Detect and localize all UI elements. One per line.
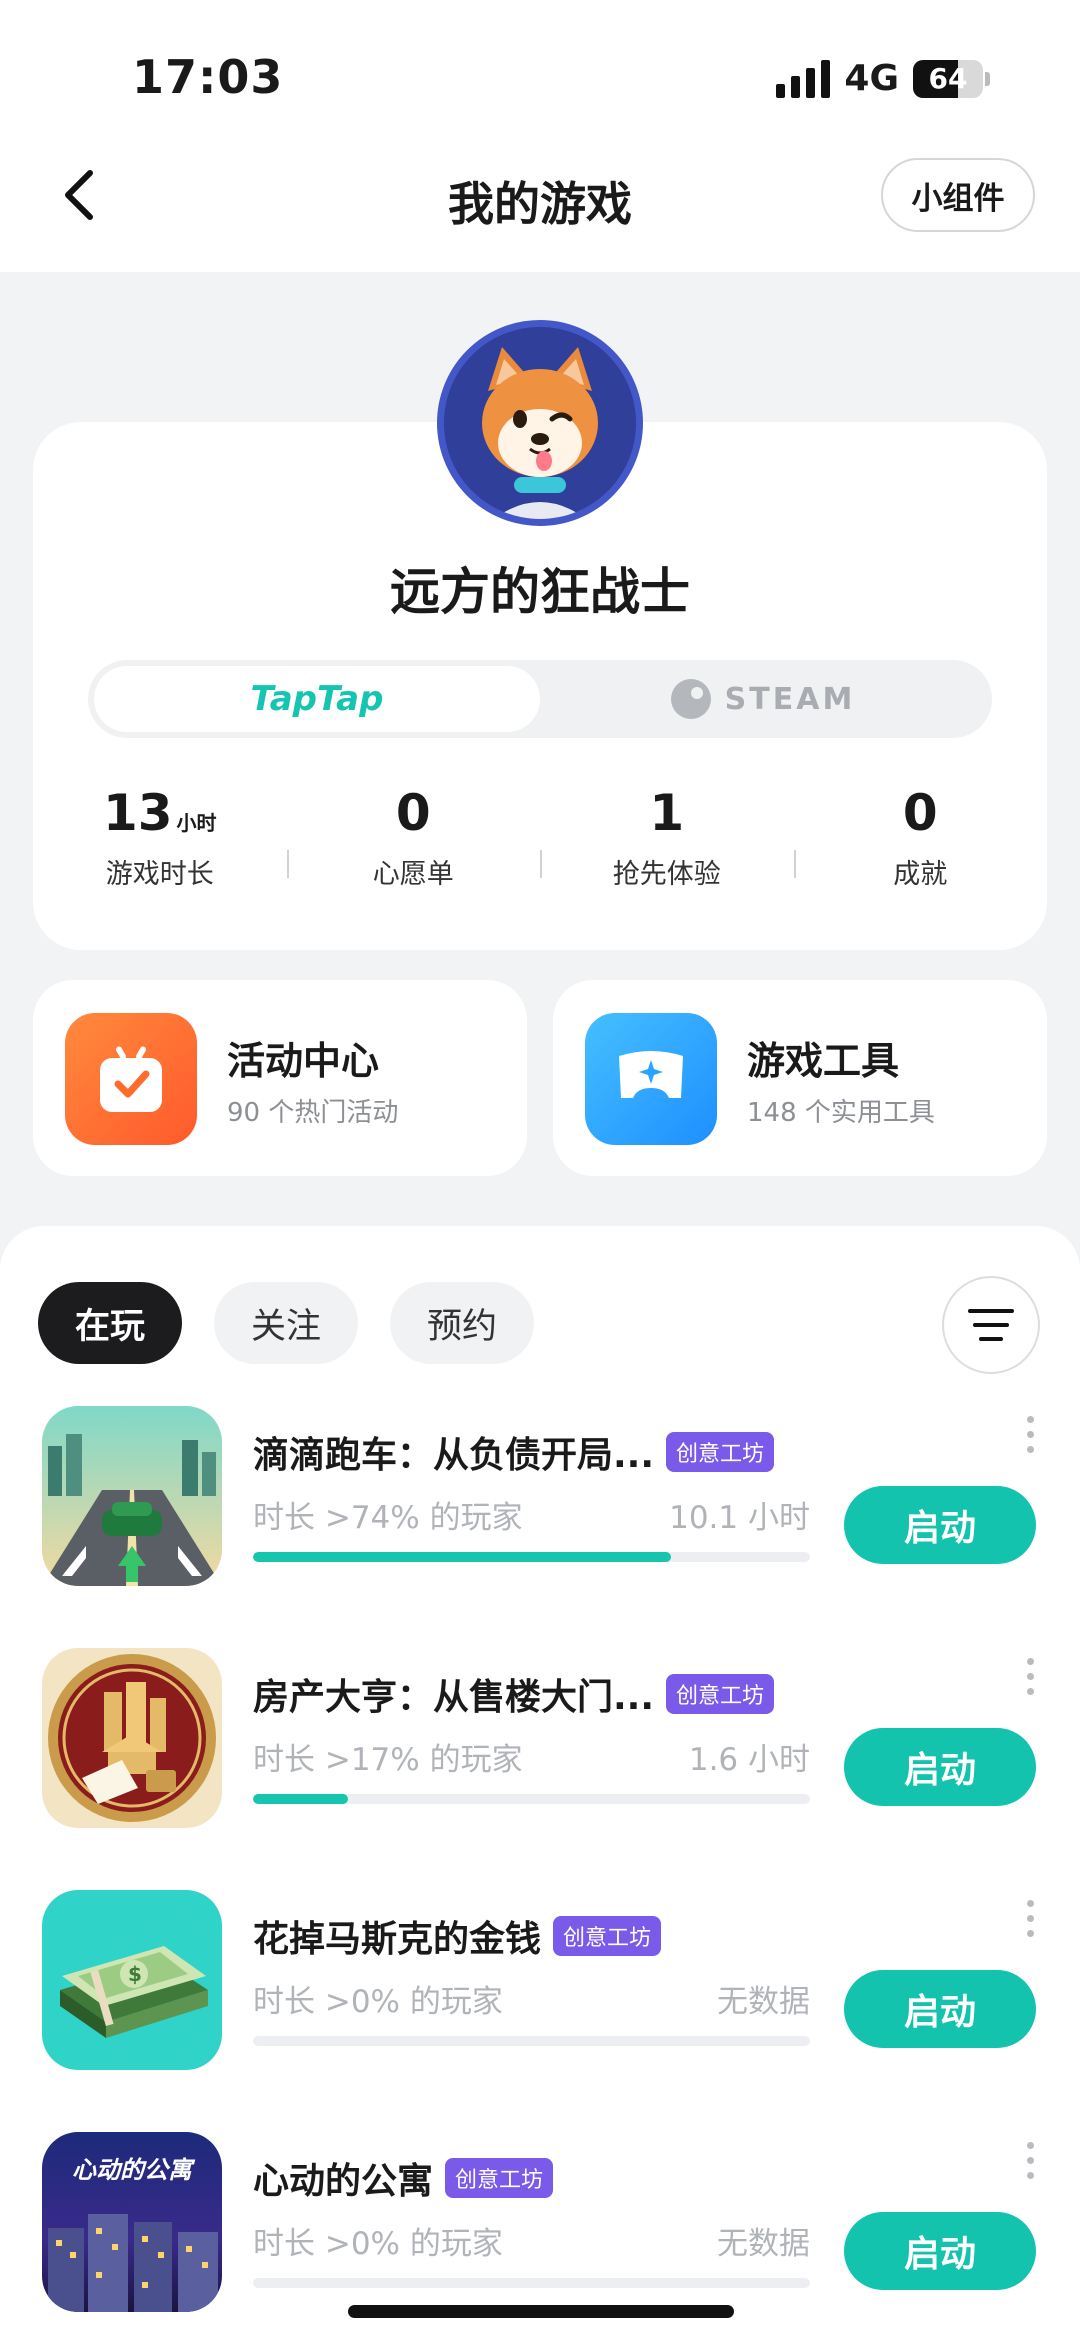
nav-bar: 我的游戏 小组件 (0, 150, 1080, 272)
progress-track (253, 2036, 810, 2046)
game-hours: 无数据 (717, 1984, 810, 2020)
shiba-dog-avatar-icon (444, 327, 636, 519)
stat-value: 13 小时 (102, 784, 217, 842)
game-tools-card[interactable]: 游戏工具 148 个实用工具 (553, 980, 1047, 1176)
signal-icon (776, 59, 831, 98)
stat-wishlist[interactable]: 0 心愿单 (286, 782, 541, 892)
feature-subtitle: 90 个热门活动 (227, 1098, 399, 1128)
battery-text: 64 (928, 62, 968, 95)
stat-value: 1 (649, 784, 685, 842)
workshop-badge: 创意工坊 (666, 1674, 775, 1714)
tab-reserved[interactable]: 预约 (390, 1282, 534, 1364)
feature-title: 游戏工具 (747, 1039, 900, 1083)
stat-value: 0 (395, 784, 431, 842)
game-icon-race-car (42, 1406, 222, 1586)
game-icon-apartment: 心动的公寓 (42, 2132, 222, 2312)
more-icon[interactable] (1020, 2142, 1040, 2202)
feature-subtitle: 148 个实用工具 (747, 1098, 935, 1128)
gamepad-icon (585, 1013, 717, 1145)
workshop-badge: 创意工坊 (445, 2158, 554, 2198)
game-title: 心动的公寓 (253, 2161, 434, 2202)
battery-nub (985, 71, 990, 86)
game-hours: 无数据 (717, 2226, 810, 2262)
tab-steam[interactable]: STEAM (540, 666, 986, 732)
battery-icon: 64 (913, 59, 983, 98)
tab-following[interactable]: 关注 (214, 1282, 358, 1364)
game-title-line: 花掉马斯克的金钱 创意工坊 (253, 1910, 662, 1962)
platform-tabs: TapTap STEAM (88, 660, 992, 738)
game-rank: 时长 >0% 的玩家 (253, 1984, 503, 2020)
workshop-badge: 创意工坊 (553, 1916, 662, 1956)
game-row[interactable]: 房产大亨：从售楼大门... 创意工坊 时长 >17% 的玩家 1.6 小时 启动 (0, 1648, 1080, 1828)
launch-button[interactable]: 启动 (844, 2212, 1036, 2290)
game-title-line: 滴滴跑车：从负债开局... 创意工坊 (253, 1426, 775, 1478)
game-row[interactable]: $ 花掉马斯克的金钱 创意工坊 时长 >0% 的玩家 无数据 启动 (0, 1890, 1080, 2070)
games-panel: 在玩 关注 预约 滴滴跑车：从负债开局... 创意工坊 时长 >74% 的玩家 … (0, 1226, 1080, 2341)
stat-label: 抢先体验 (612, 859, 721, 890)
sort-button[interactable] (942, 1276, 1040, 1374)
progress-fill (253, 1794, 348, 1804)
game-rank: 时长 >74% 的玩家 (253, 1500, 523, 1536)
game-icon-money-stack: $ (42, 1890, 222, 2070)
game-title-line: 心动的公寓 创意工坊 (253, 2152, 554, 2204)
game-title: 滴滴跑车：从负债开局... (253, 1435, 655, 1476)
game-rank: 时长 >0% 的玩家 (253, 2226, 503, 2262)
battery-indicator: 64 (913, 59, 990, 98)
stat-early-access[interactable]: 1 抢先体验 (540, 782, 794, 892)
activity-center-card[interactable]: 活动中心 90 个热门活动 (33, 980, 527, 1176)
status-time: 17:03 (132, 50, 284, 104)
progress-fill (253, 1552, 671, 1562)
more-icon[interactable] (1020, 1658, 1040, 1718)
more-icon[interactable] (1020, 1900, 1040, 1960)
stat-play-time[interactable]: 13 小时 游戏时长 (33, 782, 287, 892)
progress-track (253, 1552, 810, 1562)
game-title-line: 房产大亨：从售楼大门... 创意工坊 (253, 1668, 775, 1720)
tab-steam-label: STEAM (724, 681, 856, 717)
workshop-badge: 创意工坊 (666, 1432, 775, 1472)
steam-icon (670, 679, 711, 719)
tab-playing[interactable]: 在玩 (38, 1282, 182, 1364)
launch-button[interactable]: 启动 (844, 1970, 1036, 2048)
home-indicator[interactable] (348, 2305, 734, 2318)
stat-label: 游戏时长 (105, 859, 214, 890)
calendar-check-icon (65, 1013, 197, 1145)
more-icon[interactable] (1020, 1416, 1040, 1476)
game-hours: 1.6 小时 (688, 1742, 810, 1778)
stat-value: 0 (902, 784, 938, 842)
launch-button[interactable]: 启动 (844, 1728, 1036, 1806)
game-rank: 时长 >17% 的玩家 (253, 1742, 523, 1778)
game-title: 花掉马斯克的金钱 (253, 1919, 542, 1960)
sort-lines-icon (968, 1309, 1014, 1341)
widget-button[interactable]: 小组件 (881, 158, 1035, 232)
progress-track (253, 1794, 810, 1804)
progress-track (253, 2278, 810, 2288)
game-icon-real-estate (42, 1648, 222, 1828)
status-bar: 17:03 4G 64 (0, 0, 1080, 150)
stats-row: 13 小时 游戏时长 0 心愿单 1 抢先体验 0 成就 (33, 782, 1047, 892)
stat-achievements[interactable]: 0 成就 (793, 782, 1048, 892)
stat-label: 心愿单 (372, 859, 454, 890)
stat-label: 成就 (893, 859, 948, 890)
network-label: 4G (844, 58, 899, 99)
game-hours: 10.1 小时 (669, 1500, 810, 1536)
tab-taptap[interactable]: TapTap (94, 666, 540, 732)
avatar[interactable] (437, 320, 643, 526)
svg-text:$: $ (128, 1962, 142, 1986)
game-title: 房产大亨：从售楼大门... (253, 1677, 655, 1718)
username: 远方的狂战士 (390, 563, 690, 621)
game-row[interactable]: 心动的公寓 心动的公寓 创意工坊 时长 >0% 的玩家 无数据 启动 (0, 2132, 1080, 2312)
game-row[interactable]: 滴滴跑车：从负债开局... 创意工坊 时长 >74% 的玩家 10.1 小时 启… (0, 1406, 1080, 1586)
feature-title: 活动中心 (227, 1039, 380, 1083)
stat-unit: 小时 (176, 811, 217, 835)
launch-button[interactable]: 启动 (844, 1486, 1036, 1564)
game-icon-label: 心动的公寓 (72, 2156, 192, 2184)
status-icons: 4G 64 (776, 58, 990, 99)
